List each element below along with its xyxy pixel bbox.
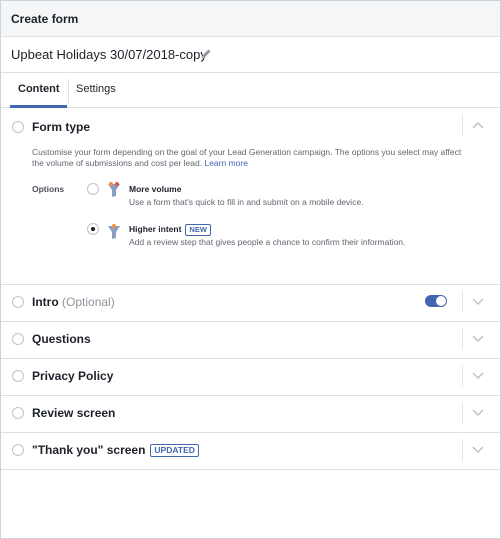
section-divider — [462, 402, 463, 424]
chevron-down-icon[interactable] — [471, 408, 485, 418]
divider — [1, 395, 500, 396]
options-label: Options — [32, 184, 65, 194]
tab-divider — [68, 79, 69, 103]
tab-settings[interactable]: Settings — [76, 83, 116, 95]
privacy-policy-radio[interactable] — [12, 370, 24, 382]
section-divider — [462, 439, 463, 461]
updated-badge: UPDATED — [150, 444, 199, 458]
form-name[interactable]: Upbeat Holidays 30/07/2018-copy — [11, 47, 207, 62]
section-divider — [462, 328, 463, 350]
chevron-up-icon[interactable] — [471, 120, 485, 130]
privacy-policy-title[interactable]: Privacy Policy — [32, 369, 113, 383]
intro-title[interactable]: Intro (Optional) — [32, 295, 115, 309]
more-volume-description: Use a form that's quick to fill in and s… — [129, 197, 364, 207]
form-name-bar[interactable]: Upbeat Holidays 30/07/2018-copy — [1, 37, 500, 73]
higher-intent-description: Add a review step that gives people a ch… — [129, 237, 406, 247]
divider — [1, 469, 500, 470]
create-form-dialog: Create form Upbeat Holidays 30/07/2018-c… — [0, 0, 501, 539]
learn-more-link[interactable]: Learn more — [204, 158, 247, 168]
chevron-down-icon[interactable] — [471, 297, 485, 307]
questions-title[interactable]: Questions — [32, 332, 91, 346]
divider — [1, 432, 500, 433]
chevron-down-icon[interactable] — [471, 445, 485, 455]
section-divider — [462, 291, 463, 313]
intro-radio[interactable] — [12, 296, 24, 308]
tab-content[interactable]: Content — [18, 83, 60, 95]
higher-intent-title[interactable]: Higher intent NEW — [129, 224, 211, 236]
active-tab-indicator — [10, 105, 67, 108]
chevron-down-icon[interactable] — [471, 334, 485, 344]
form-type-description: Customise your form depending on the goa… — [32, 147, 462, 168]
divider — [1, 321, 500, 322]
thank-you-screen-radio[interactable] — [12, 444, 24, 456]
form-type-title[interactable]: Form type — [32, 120, 90, 134]
dialog-title: Create form — [11, 12, 79, 26]
thank-you-screen-title[interactable]: "Thank you" screen UPDATED — [32, 443, 199, 458]
funnel-icon — [108, 182, 120, 197]
higher-intent-radio[interactable] — [87, 223, 99, 235]
more-volume-title[interactable]: More volume — [129, 184, 181, 194]
pencil-icon[interactable] — [199, 47, 213, 61]
chevron-down-icon[interactable] — [471, 371, 485, 381]
more-volume-radio[interactable] — [87, 183, 99, 195]
form-type-radio[interactable] — [12, 121, 24, 133]
dialog-header: Create form — [1, 1, 500, 37]
intro-toggle[interactable] — [425, 295, 447, 307]
review-screen-title[interactable]: Review screen — [32, 406, 115, 420]
funnel-icon — [108, 224, 120, 239]
section-divider — [462, 115, 463, 137]
section-divider — [462, 365, 463, 387]
questions-radio[interactable] — [12, 333, 24, 345]
review-screen-radio[interactable] — [12, 407, 24, 419]
tab-bar: Content Settings — [1, 73, 500, 108]
divider — [1, 358, 500, 359]
new-badge: NEW — [185, 224, 211, 236]
divider — [1, 284, 500, 285]
